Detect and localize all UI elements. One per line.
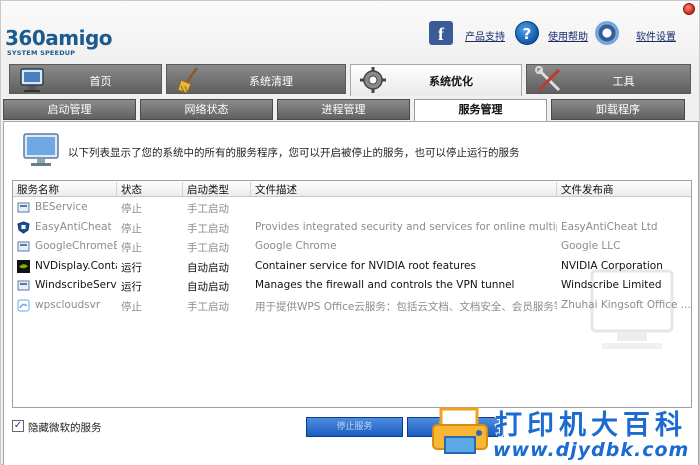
cell-type: 手工启动 xyxy=(187,300,229,313)
printer-logo-icon xyxy=(432,407,488,454)
cell-type: 手工启动 xyxy=(187,203,229,215)
cell-type: 手工启动 xyxy=(187,242,229,254)
tab-cleanup[interactable]: 系统清理 xyxy=(166,64,346,94)
subtab-services[interactable]: 服务管理 xyxy=(414,99,547,121)
help-link[interactable]: 使用帮助 xyxy=(548,28,588,43)
services-table: 服务名称 状态 启动类型 文件描述 文件发布商 BEService 停止 手工启动 E… xyxy=(12,180,692,408)
cell-type: 自动启动 xyxy=(187,281,229,293)
facebook-icon[interactable]: f xyxy=(429,21,453,45)
col-type[interactable]: 启动类型 xyxy=(183,182,251,196)
settings-link[interactable]: 软件设置 xyxy=(636,28,676,43)
cell-status: 运行 xyxy=(121,281,142,293)
support-link[interactable]: 产品支持 xyxy=(465,28,505,43)
service-icon xyxy=(17,201,30,214)
cell-desc: 用于提供WPS Office云服务：包括云文档、文档安全、会员服务等多... xyxy=(255,300,557,313)
monitor-icon xyxy=(23,133,59,166)
cell-status: 停止 xyxy=(121,300,142,313)
main-tabs: 首页 系统清理 系统优化 工具 xyxy=(9,64,691,96)
cell-publisher: NVIDIA Corporation xyxy=(561,259,663,272)
tab-tools-label: 工具 xyxy=(612,75,635,88)
nvidia-icon xyxy=(17,259,30,273)
cell-desc: Google Chrome xyxy=(255,240,337,252)
help-icon[interactable]: ? xyxy=(515,21,539,45)
cell-name: WindscribeService xyxy=(35,279,117,291)
gear-icon[interactable] xyxy=(595,21,619,45)
app-window: 360amigo SYSTEM SPEEDUP f 产品支持 ? 使用帮助 软件… xyxy=(0,0,700,465)
table-row[interactable]: GoogleChromeE... 停止 手工启动 Google Chrome Googl… xyxy=(13,237,691,257)
cell-desc: Manages the firewall and controls the VP… xyxy=(255,279,515,291)
cell-publisher: Windscribe Limited xyxy=(561,279,662,291)
tab-optimize-label: 系统优化 xyxy=(429,75,473,88)
cell-status: 停止 xyxy=(121,222,142,235)
service-icon xyxy=(17,279,30,292)
cell-name: EasyAntiCheat xyxy=(35,220,112,233)
table-header: 服务名称 状态 启动类型 文件描述 文件发布商 xyxy=(13,181,691,197)
col-status[interactable]: 状态 xyxy=(117,182,183,196)
watermark-url: www.djydbk.com xyxy=(493,439,690,461)
cell-name: NVDisplay.Conta... xyxy=(35,259,117,272)
sub-tabs: 启动管理 网络状态 进程管理 服务管理 卸载程序 xyxy=(3,99,699,121)
site-watermark: 打印机大百科 www.djydbk.com xyxy=(431,401,699,465)
cell-status: 停止 xyxy=(121,242,142,254)
table-row[interactable]: WindscribeService 运行 自动启动 Manages the firew… xyxy=(13,276,691,296)
logo-main: 360amigo xyxy=(5,26,113,50)
cell-desc: Container service for NVIDIA root featur… xyxy=(255,259,476,272)
table-row[interactable]: wpscloudsvr 停止 手工启动 用于提供WPS Office云服务：包括云文档… xyxy=(13,296,691,316)
stop-service-button[interactable]: 停止服务 xyxy=(306,417,403,437)
hide-ms-checkbox[interactable]: ✓ xyxy=(12,420,24,432)
subtab-startup[interactable]: 启动管理 xyxy=(3,99,136,120)
shield-icon xyxy=(17,220,30,234)
cell-name: GoogleChromeE... xyxy=(35,240,117,252)
tab-optimize[interactable]: 系统优化 xyxy=(350,64,522,96)
cell-type: 自动启动 xyxy=(187,261,229,274)
table-row[interactable]: NVDisplay.Conta... 运行 自动启动 Container servic… xyxy=(13,257,691,277)
cell-desc: Provides integrated security and service… xyxy=(255,220,557,233)
cell-publisher: EasyAntiCheat Ltd xyxy=(561,220,658,233)
tab-home[interactable]: 首页 xyxy=(9,64,162,94)
info-text: 以下列表显示了您的系统中的所有的服务程序，您可以开启被停止的服务，也可以停止运行… xyxy=(68,147,520,159)
wps-icon xyxy=(17,299,30,312)
tab-home-label: 首页 xyxy=(89,75,112,88)
cell-name: BEService xyxy=(35,201,88,213)
table-row[interactable]: EasyAntiCheat 停止 手工启动 Provides integrated s… xyxy=(13,218,691,238)
subtab-process[interactable]: 进程管理 xyxy=(277,99,410,120)
cell-publisher: Google LLC xyxy=(561,240,621,252)
col-name[interactable]: 服务名称 xyxy=(13,182,117,196)
col-desc[interactable]: 文件描述 xyxy=(251,182,557,196)
subtab-uninstall[interactable]: 卸载程序 xyxy=(551,99,685,120)
cell-status: 运行 xyxy=(121,261,142,274)
cell-publisher: Zhuhai Kingsoft Office ... xyxy=(561,298,691,311)
watermark-title: 打印机大百科 xyxy=(495,410,687,441)
close-icon[interactable] xyxy=(683,3,695,15)
logo-sub: SYSTEM SPEEDUP xyxy=(7,49,76,57)
cell-status: 停止 xyxy=(121,203,142,215)
tab-tools[interactable]: 工具 xyxy=(526,64,691,94)
service-icon xyxy=(17,240,30,253)
subtab-network[interactable]: 网络状态 xyxy=(140,99,273,120)
cell-name: wpscloudsvr xyxy=(35,298,101,311)
tab-cleanup-label: 系统清理 xyxy=(249,75,293,88)
col-publisher[interactable]: 文件发布商 xyxy=(557,182,691,196)
hide-ms-label: 隐藏微软的服务 xyxy=(28,422,102,434)
cell-type: 手工启动 xyxy=(187,222,229,235)
app-logo: 360amigo SYSTEM SPEEDUP xyxy=(5,27,115,63)
table-row[interactable]: BEService 停止 手工启动 xyxy=(13,198,691,218)
